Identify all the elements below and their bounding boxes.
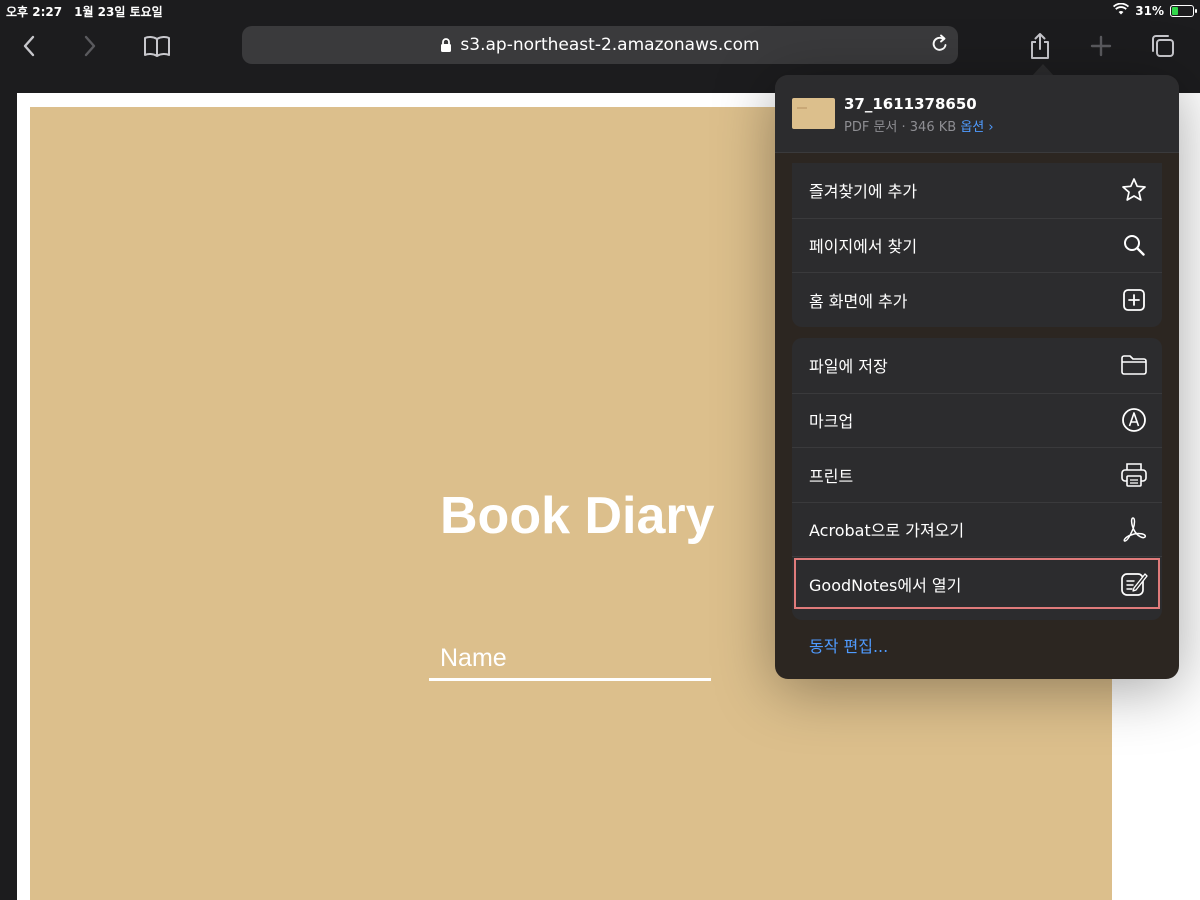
file-meta: PDF 문서 · 346 KB 옵션 ›: [844, 116, 994, 135]
add-to-home-screen-item[interactable]: 홈 화면에 추가: [792, 272, 1162, 327]
back-icon[interactable]: [11, 30, 47, 62]
actions-group-1: 즐겨찾기에 추가 페이지에서 찾기 홈 화면에 추가: [792, 163, 1162, 327]
actions-group-2: 파일에 저장 마크업 프린트 Acrobat으로 가져오기 GoodNotes에…: [792, 338, 1162, 620]
page-title: Book Diary: [440, 487, 715, 545]
forward-icon[interactable]: [72, 30, 108, 62]
share-sheet-header: 37_1611378650 PDF 문서 · 346 KB 옵션 ›: [775, 75, 1179, 153]
battery-icon: [1170, 4, 1197, 17]
import-to-acrobat-item[interactable]: Acrobat으로 가져오기: [792, 501, 1162, 557]
action-label: 홈 화면에 추가: [809, 291, 908, 311]
action-label: 파일에 저장: [809, 357, 888, 377]
add-to-favorites-item[interactable]: 즐겨찾기에 추가: [792, 163, 1162, 218]
acrobat-icon: [1120, 515, 1148, 543]
status-time: 오후 2:27: [6, 5, 63, 19]
edit-actions-link[interactable]: 동작 편집...: [809, 633, 888, 657]
new-tab-icon[interactable]: [1083, 30, 1119, 62]
save-to-files-item[interactable]: 파일에 저장: [792, 338, 1162, 393]
open-in-goodnotes-item[interactable]: GoodNotes에서 열기: [792, 556, 1162, 611]
find-on-page-item[interactable]: 페이지에서 찾기: [792, 217, 1162, 273]
name-label: Name: [440, 644, 507, 672]
url-text: s3.ap-northeast-2.amazonaws.com: [460, 35, 760, 55]
file-type-size: PDF 문서 · 346 KB: [844, 120, 957, 135]
file-name: 37_1611378650: [844, 95, 977, 113]
goodnotes-icon: [1120, 570, 1148, 598]
name-underline: [429, 678, 711, 681]
action-label: Acrobat으로 가져오기: [809, 521, 965, 541]
print-item[interactable]: 프린트: [792, 447, 1162, 502]
action-label: GoodNotes에서 열기: [809, 575, 962, 595]
file-thumbnail: [792, 98, 835, 129]
reload-icon[interactable]: [930, 34, 950, 59]
battery-fill: [1172, 6, 1178, 15]
wifi-icon: [1113, 2, 1130, 18]
browser-toolbar: s3.ap-northeast-2.amazonaws.com: [0, 22, 1200, 76]
address-bar[interactable]: s3.ap-northeast-2.amazonaws.com: [242, 26, 958, 64]
markup-icon: [1120, 406, 1148, 434]
search-icon: [1120, 231, 1148, 259]
share-sheet: 37_1611378650 PDF 문서 · 346 KB 옵션 › 즐겨찾기에…: [775, 75, 1179, 679]
folder-icon: [1120, 351, 1148, 379]
status-date: 1월 23일 토요일: [74, 5, 163, 19]
bookmarks-icon[interactable]: [139, 30, 175, 62]
tabs-icon[interactable]: [1145, 30, 1181, 62]
printer-icon: [1120, 461, 1148, 489]
action-label: 즐겨찾기에 추가: [809, 182, 918, 202]
action-label: 프린트: [809, 466, 854, 486]
star-icon: [1120, 176, 1148, 204]
status-bar: 오후 2:27 1월 23일 토요일 31%: [0, 0, 1200, 22]
battery-percent: 31%: [1135, 3, 1164, 18]
add-square-icon: [1120, 286, 1148, 314]
action-label: 페이지에서 찾기: [809, 237, 918, 257]
options-link[interactable]: 옵션 ›: [960, 120, 993, 135]
lock-icon: [440, 37, 452, 53]
markup-item[interactable]: 마크업: [792, 392, 1162, 448]
action-label: 마크업: [809, 412, 854, 432]
share-icon[interactable]: [1022, 30, 1058, 62]
